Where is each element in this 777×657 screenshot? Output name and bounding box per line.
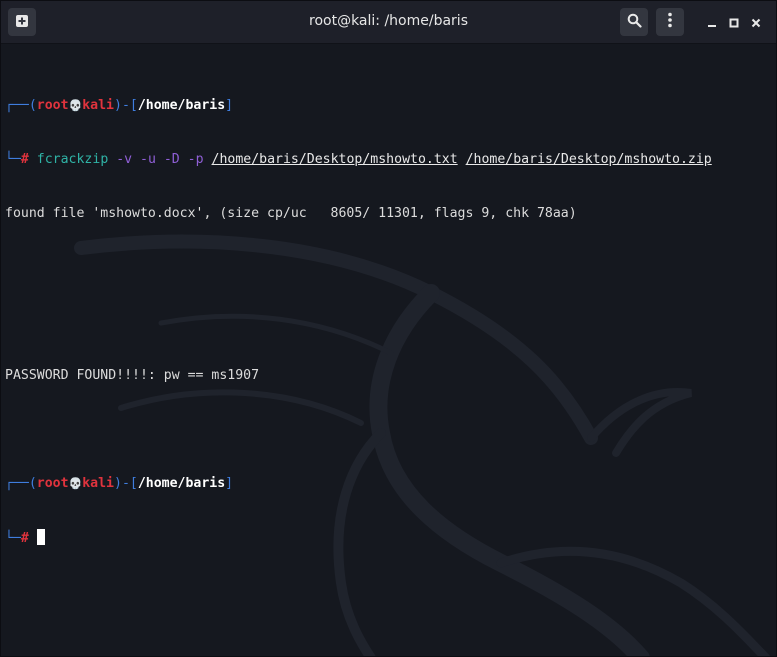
skull-icon: 💀 bbox=[68, 477, 83, 490]
command-name: fcrackzip bbox=[36, 152, 109, 167]
prompt-directory: /home/baris bbox=[137, 98, 226, 113]
prompt-separator: )-[ bbox=[114, 476, 138, 491]
prompt-line-1: ┌──(root💀kali)-[/home/baris] bbox=[5, 97, 770, 115]
scrollbar[interactable] bbox=[770, 45, 774, 655]
search-icon bbox=[627, 13, 642, 32]
prompt-directory: /home/baris bbox=[137, 476, 226, 491]
command-options: -v -u -D -p bbox=[116, 152, 204, 167]
minimize-button[interactable] bbox=[704, 14, 720, 30]
close-button[interactable] bbox=[748, 14, 764, 30]
text-cursor bbox=[36, 529, 45, 545]
prompt-line-2: ┌──(root💀kali)-[/home/baris] bbox=[5, 475, 770, 493]
prompt-user: root bbox=[36, 476, 69, 491]
input-line[interactable]: └─# bbox=[5, 529, 770, 547]
prompt-corner-top: ┌──( bbox=[5, 476, 37, 491]
prompt-corner-top: ┌──( bbox=[5, 98, 37, 113]
prompt-hash: # bbox=[20, 531, 29, 546]
prompt-hash: # bbox=[20, 152, 29, 167]
menu-button[interactable] bbox=[656, 8, 684, 36]
zip-path-link[interactable]: /home/baris/Desktop/mshowto.zip bbox=[466, 152, 712, 167]
minimize-icon bbox=[707, 13, 717, 32]
search-button[interactable] bbox=[620, 8, 648, 36]
password-found-line: PASSWORD FOUND!!!!: pw == ms1907 bbox=[5, 368, 260, 383]
prompt-corner-bottom: └─ bbox=[5, 531, 21, 546]
prompt-user: root bbox=[36, 98, 69, 113]
prompt-host: kali bbox=[82, 476, 114, 491]
close-icon bbox=[751, 13, 761, 32]
prompt-bracket-end: ] bbox=[225, 98, 234, 113]
prompt-separator: )-[ bbox=[114, 98, 138, 113]
prompt-host: kali bbox=[82, 98, 114, 113]
vertical-dots-icon bbox=[667, 12, 673, 32]
output-line: found file 'mshowto.docx', (size cp/uc 8… bbox=[5, 206, 577, 221]
prompt-bracket-end: ] bbox=[225, 476, 234, 491]
skull-icon: 💀 bbox=[68, 99, 83, 112]
maximize-icon bbox=[729, 13, 739, 32]
command-line: └─# fcrackzip -v -u -D -p /home/baris/De… bbox=[5, 151, 770, 169]
titlebar: root@kali: /home/baris bbox=[1, 1, 776, 44]
maximize-button[interactable] bbox=[726, 14, 742, 30]
terminal-output[interactable]: ┌──(root💀kali)-[/home/baris] └─# fcrackz… bbox=[5, 61, 770, 583]
wordlist-path-link[interactable]: /home/baris/Desktop/mshowto.txt bbox=[212, 152, 458, 167]
prompt-corner-bottom: └─ bbox=[5, 152, 21, 167]
terminal-window: root@kali: /home/baris ┌──(root💀kali)-[/… bbox=[0, 0, 777, 657]
